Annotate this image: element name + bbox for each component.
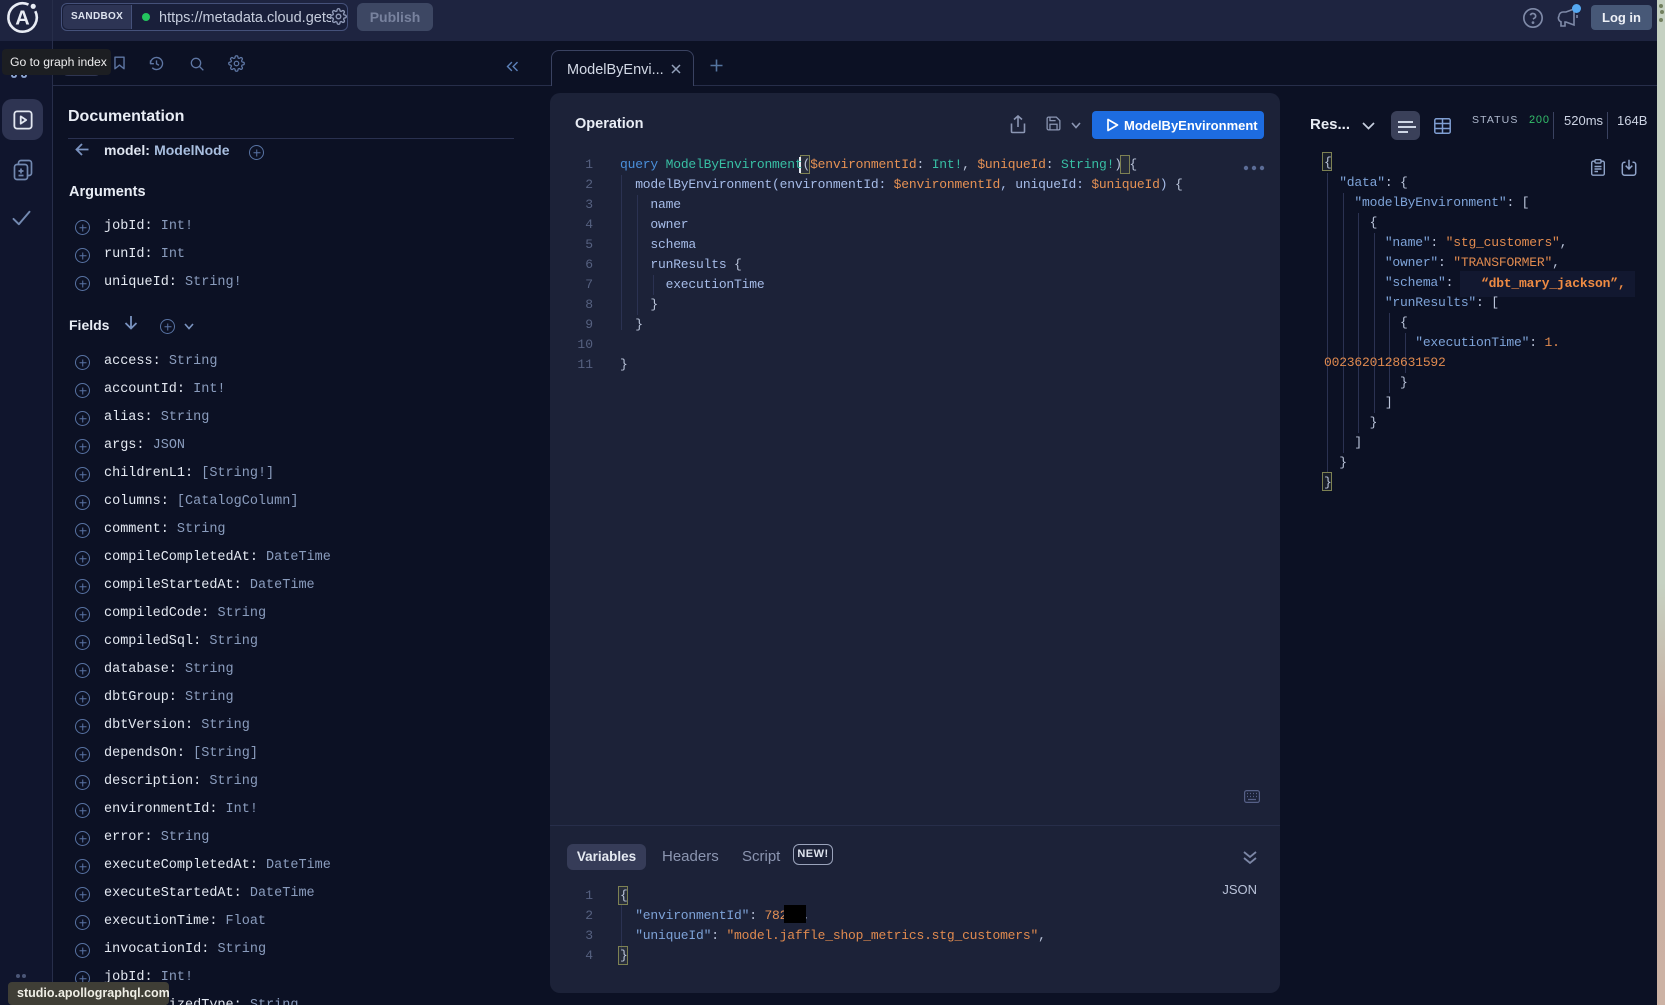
svg-text:A: A (15, 8, 29, 30)
